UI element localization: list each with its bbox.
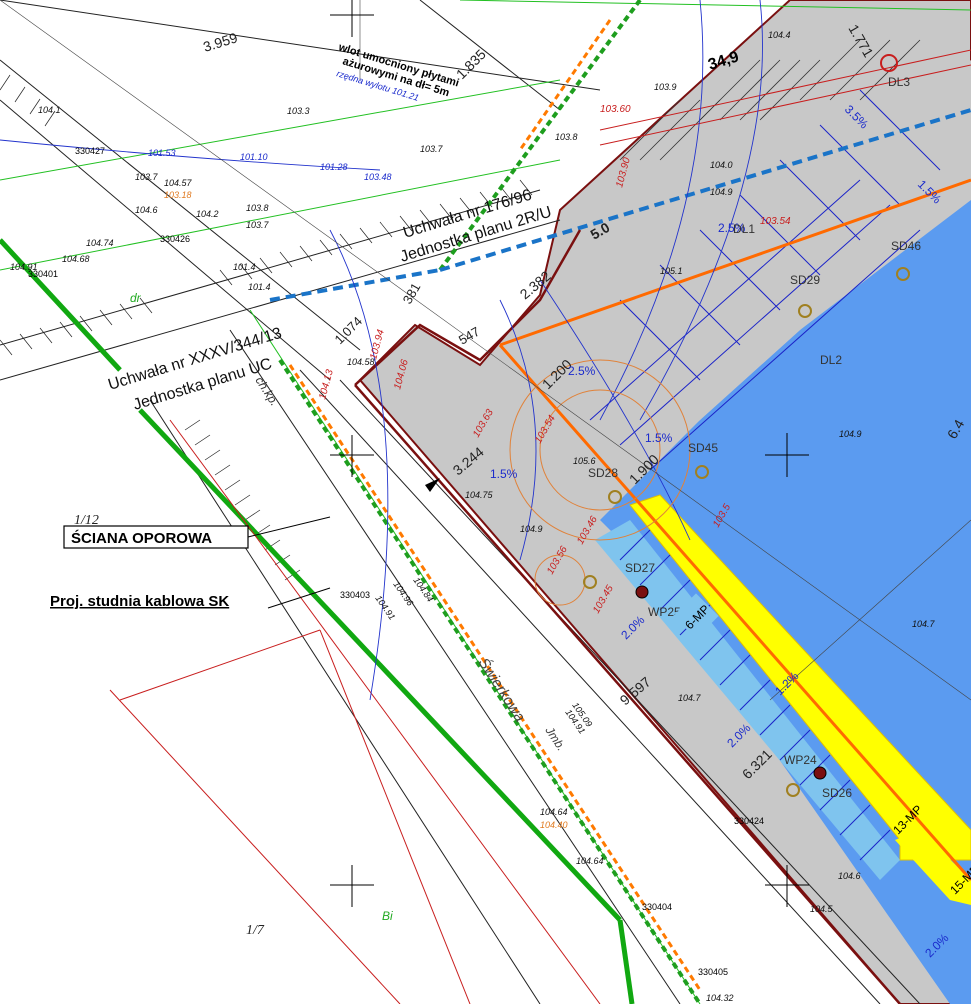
elevation-text: 103.7 [420,144,444,154]
structure-label: WP24 [784,753,817,767]
point-code: 330427 [75,146,105,156]
bi-label: Bi [382,909,393,923]
street-suffix: Jmb. [542,723,568,753]
elevation-text: 104.91 [10,262,38,272]
elevation-text: 103.48 [364,172,392,182]
dr-label: dr [130,291,142,305]
structure-label: DL1 [733,222,755,236]
elevation-text: 104.9 [710,187,733,197]
structure-label: SD27 [625,561,655,575]
point-code: 330404 [642,902,672,912]
slope-label: 1.5% [490,467,518,481]
elevation-text: 101.10 [240,152,268,162]
elevation-text: 103.18 [164,190,192,200]
elevation-text: 103.54 [760,216,791,227]
slope-label: 1.5% [645,431,673,445]
elevation-text: 104.4 [768,30,791,40]
elevation-text: 104.0 [710,160,733,170]
elevation-text: 104.5 [810,904,834,914]
point-code: 330405 [698,967,728,977]
elevation-text: 101.28 [320,162,348,172]
elevation-text: 104.13 [317,368,336,401]
elevation-text: 104.91 [373,593,397,621]
dimension-text: 1.074 [332,314,366,348]
elevation-text: 101.4 [248,282,271,292]
elevation-text: 105.6 [573,456,596,466]
street-name: Świerkowa [475,654,530,725]
ch-kp-label: ch.kp. [252,374,281,408]
elevation-text: 104.75 [465,490,494,500]
structure-label: SD46 [891,239,921,253]
elevation-text: 105.1 [660,266,683,276]
dimension-text: 547 [456,324,482,348]
elevation-text: 104.7 [912,619,936,629]
structure-label: DL2 [820,353,842,367]
elevation-text: 104.7 [678,693,702,703]
elevation-text: 104.64 [540,807,568,817]
site-plan-map: Uchwała nr XXXV/344/13 Jednostka planu U… [0,0,971,1004]
elevation-text: 104.32 [706,993,734,1003]
elevation-text: 104.6 [135,205,158,215]
structure-label: SD29 [790,273,820,287]
wall-label: ŚCIANA OPOROWA [71,529,212,547]
elevation-text: 103.9 [654,82,677,92]
elevation-text: 104.64 [576,856,604,866]
structure-label: DL3 [888,75,910,89]
dimension-text: 1.835 [453,46,489,82]
structure-label: SD45 [688,441,718,455]
elevation-text: 104.9 [839,429,862,439]
elevation-text: 104.9 [520,524,543,534]
elevation-text: 101.53 [148,148,176,158]
point-code: 330426 [160,234,190,244]
elevation-text: 104.57 [164,178,193,188]
structure-label: SD28 [588,466,618,480]
elevation-text: 104.68 [62,254,90,264]
elevation-text: 101.4 [233,262,256,272]
elevation-text: 103.7 [246,220,270,230]
elevation-text: 103.8 [246,203,269,213]
elevation-text: 104.96 [391,579,415,607]
sheet-lower: 1/7 [246,923,265,938]
plan-drawing: Uchwała nr XXXV/344/13 Jednostka planu U… [0,0,971,1004]
structure-label: SD26 [822,786,852,800]
slope-label: 2.5% [568,364,596,378]
elevation-text: 104.40 [540,820,568,830]
point-code: 330424 [734,816,764,826]
dimension-text: 3.959 [201,29,239,55]
elevation-text: 104.2 [196,209,219,219]
elevation-text: 104.74 [86,238,114,248]
point-code: 330403 [340,590,370,600]
elevation-text: 104.6 [838,871,861,881]
elevation-text: 104.1 [38,105,61,115]
elevation-blue: 101.53 101.28 103.48 101.10 [148,148,392,182]
elevation-text: 103.8 [555,132,578,142]
elevation-text: 103.3 [287,106,310,116]
elevation-text: 103.60 [600,104,631,115]
elevation-text: 103.7 [135,172,159,182]
cable-well-label: Proj. studnia kablowa SK [50,593,229,610]
